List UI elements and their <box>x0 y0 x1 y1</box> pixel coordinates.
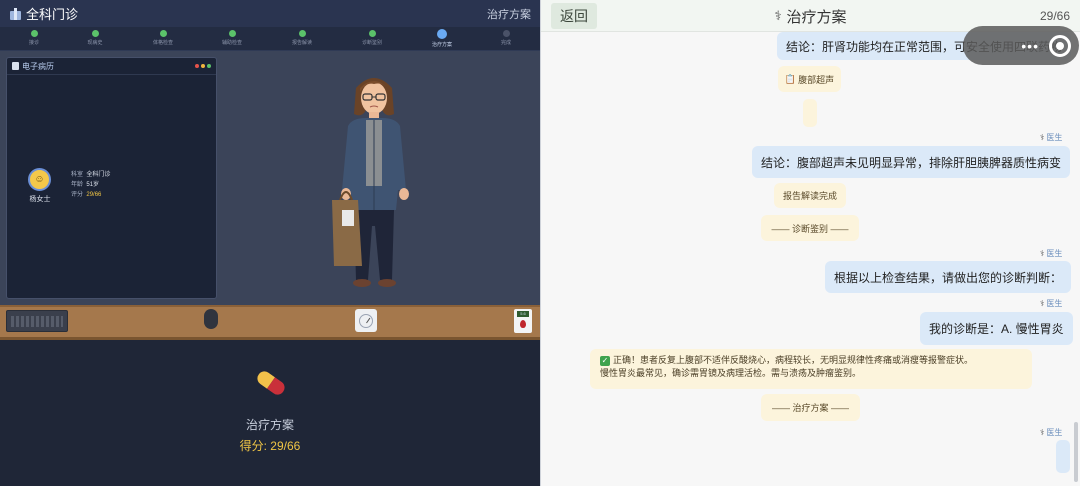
glucometer-reading: 5.6 <box>517 311 529 317</box>
stage-summary: 治疗方案 得分: 29/66 <box>0 340 540 486</box>
current-stage-label: 治疗方案 <box>487 8 531 21</box>
score-label: 评分 <box>71 192 84 198</box>
doctor-label: ⚕ 医生 <box>1040 133 1063 142</box>
more-icon[interactable]: ••• <box>1021 38 1039 54</box>
step-treatment: 治疗方案 <box>417 29 467 48</box>
stethoscope-icon: ⚕ <box>1040 133 1045 142</box>
record-icon[interactable] <box>1049 34 1071 57</box>
step-dot-icon <box>502 30 510 37</box>
step-dot-icon <box>228 30 236 37</box>
glucometer-icon[interactable]: 5.6 <box>514 309 532 333</box>
tag-diagnosis-section: —— 诊断鉴别 —— <box>761 215 859 241</box>
step-label: 治疗方案 <box>431 42 452 48</box>
step-diagnosis: 诊断鉴别 <box>347 30 397 46</box>
tag-treatment-section: —— 治疗方案 —— <box>761 394 860 421</box>
emr-panel: 电子病历 ☺ 杨女士 科室 全科门诊 年龄 51岁 评分 29/66 <box>6 57 217 299</box>
top-bar: 全科门诊 治疗方案 <box>0 0 540 27</box>
pill-icon <box>254 368 288 398</box>
doctor-label: ⚕ 医生 <box>1040 249 1063 258</box>
red-light-icon <box>195 64 199 68</box>
step-aux-exam: 辅助检查 <box>207 30 257 46</box>
stethoscope-icon: ⚕ <box>774 8 782 23</box>
step-label: 现病史 <box>87 40 103 46</box>
step-label: 完成 <box>500 40 511 46</box>
check-icon: ✓ <box>600 356 610 366</box>
age-label: 年龄 <box>71 182 84 188</box>
progress-counter: 29/66 <box>1039 9 1070 23</box>
step-label: 接诊 <box>28 40 39 46</box>
stage-plan-label: 治疗方案 <box>245 418 294 432</box>
step-complete: 完成 <box>481 30 531 46</box>
step-report: 报告解读 <box>277 30 327 46</box>
patient-figure <box>332 78 409 287</box>
stethoscope-icon: ⚕ <box>1040 428 1045 437</box>
desk: 5.6 <box>0 305 540 340</box>
score-value: 29/66 <box>86 192 102 198</box>
step-label: 诊断鉴别 <box>361 40 382 46</box>
message-my-diagnosis: 我的诊断是：A. 慢性胃炎 <box>920 312 1073 345</box>
dept-label: 科室 <box>71 172 84 178</box>
step-dot-icon <box>368 30 376 37</box>
blood-drop-icon <box>520 320 526 328</box>
yellow-light-icon <box>201 64 205 68</box>
step-dot-icon <box>437 29 447 39</box>
simulation-pane: 全科门诊 治疗方案 接诊 现病史 体格检查 辅助检查 报告解读 诊断鉴别 治疗方… <box>0 0 540 486</box>
chat-title-text: 治疗方案 <box>786 8 847 26</box>
window-lights <box>195 64 211 68</box>
tag-ultrasound-text: 腹部超声 <box>798 74 835 85</box>
step-label: 体格检查 <box>152 40 173 46</box>
app-title: 全科门诊 <box>9 4 78 23</box>
patient-name: 杨女士 <box>29 196 51 203</box>
tag-ultrasound: 📋 腹部超声 <box>778 66 841 92</box>
step-label: 辅助检查 <box>221 40 242 46</box>
step-dot-icon <box>30 30 38 37</box>
step-physical-exam: 体格检查 <box>138 30 188 46</box>
age-value: 51岁 <box>86 182 100 188</box>
stethoscope-icon: ⚕ <box>1040 249 1045 258</box>
doctor-label: ⚕ 医生 <box>1040 428 1063 437</box>
stage-progress-bar: 接诊 现病史 体格检查 辅助检查 报告解读 诊断鉴别 治疗方案 完成 <box>0 27 540 51</box>
step-history: 现病史 <box>70 30 120 46</box>
step-reception: 接诊 <box>9 30 59 46</box>
stopwatch-icon[interactable] <box>355 309 377 332</box>
document-icon: 📋 <box>784 73 797 84</box>
tag-report-done: 报告解读完成 <box>774 183 846 208</box>
stethoscope-icon: ⚕ <box>1040 299 1045 308</box>
patient-info: 科室 全科门诊 年龄 51岁 评分 29/66 <box>71 170 110 200</box>
dept-value: 全科门诊 <box>86 172 111 178</box>
back-button[interactable]: 返回 <box>551 3 597 29</box>
step-label: 报告解读 <box>291 40 312 46</box>
green-light-icon <box>207 64 211 68</box>
hospital-icon <box>9 7 22 20</box>
step-dot-icon <box>298 30 306 37</box>
feedback-line-2: 慢性胃炎最常见，确诊需胃镜及病理活检。需与溃疡及肿瘤鉴别。 <box>600 368 862 378</box>
keyboard-icon[interactable] <box>6 310 68 332</box>
message-conclusion-ultrasound: 结论：腹部超声未见明显异常，排除肝胆胰脾器质性病变 <box>752 146 1071 178</box>
chat-pane: ⚕ 治疗方案 返回 29/66 结论：肝肾功能均在正常范围，可安全使用四联药物 … <box>541 0 1080 486</box>
loading-bubble <box>803 99 817 127</box>
feedback-line-1: 正确！患者反复上腹部不适伴反酸烧心，病程较长，无明显规律性疼痛或消瘦等报警症状。 <box>613 355 974 365</box>
typing-bubble <box>1056 440 1070 473</box>
app-title-text: 全科门诊 <box>26 7 79 22</box>
message-diagnosis-prompt: 根据以上检查结果，请做出您的诊断判断： <box>825 261 1072 293</box>
doctor-label: ⚕ 医生 <box>1040 299 1063 308</box>
feedback-card: ✓ 正确！患者反复上腹部不适伴反酸烧心，病程较长，无明显规律性疼痛或消瘦等报警症状… <box>590 349 1032 389</box>
floating-toolbar[interactable]: ••• <box>963 26 1079 65</box>
step-dot-icon <box>91 30 99 37</box>
stage-score: 得分: 29/66 <box>239 439 301 453</box>
patient-avatar: ☺ <box>28 168 51 191</box>
chat-scrollbar[interactable] <box>1074 422 1078 482</box>
step-dot-icon <box>159 30 167 37</box>
emr-header: 电子病历 <box>7 58 216 75</box>
mouse-icon[interactable] <box>204 309 218 329</box>
emr-title: 电子病历 <box>22 61 54 71</box>
document-icon <box>12 62 19 70</box>
